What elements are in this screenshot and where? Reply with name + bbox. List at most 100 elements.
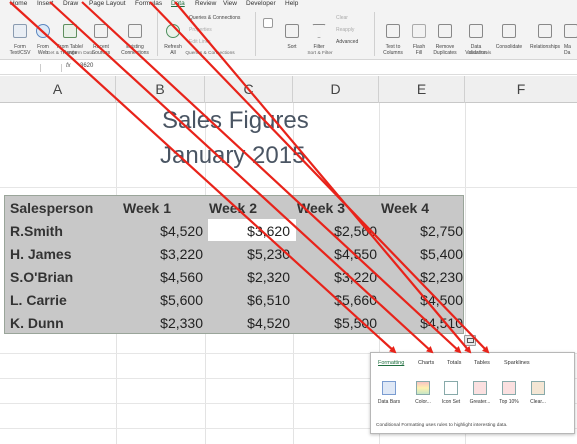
formula-bar: fx 3620 <box>0 61 577 75</box>
salesperson-cell[interactable]: S.O'Brian <box>10 269 73 285</box>
top-10-option[interactable]: Top 10% <box>496 381 522 405</box>
data-bars-icon <box>382 381 396 395</box>
sales-value-cell[interactable]: $4,520 <box>133 223 203 239</box>
properties-button[interactable]: Properties <box>189 27 212 33</box>
sales-value-cell[interactable]: $4,550 <box>307 246 377 262</box>
ribbon: Home Insert Draw Page Layout Formulas Da… <box>0 0 577 60</box>
qa-tab-tables[interactable]: Tables <box>474 360 490 366</box>
fx-icon[interactable]: fx <box>66 63 71 69</box>
color-scale-label: Color... <box>415 399 431 405</box>
column-header-e[interactable]: E <box>379 76 465 103</box>
header-week-4[interactable]: Week 4 <box>381 200 429 216</box>
salesperson-cell[interactable]: L. Carrie <box>10 292 67 308</box>
column-header-a[interactable]: A <box>0 76 116 103</box>
quick-analysis-panel: Formatting Charts Totals Tables Sparklin… <box>370 352 575 434</box>
icon-set-label: Icon Set <box>441 399 461 405</box>
salesperson-cell[interactable]: K. Dunn <box>10 315 64 331</box>
data-model-icon <box>564 23 577 38</box>
sort-button[interactable]: Sort <box>282 18 302 51</box>
quick-analysis-button[interactable] <box>464 335 476 346</box>
sales-table[interactable]: Salesperson Week 1 Week 2 Week 3 Week 4 … <box>4 195 464 334</box>
column-header-c[interactable]: C <box>205 76 293 103</box>
qa-description: Conditional Formatting uses rules to hig… <box>376 423 508 428</box>
globe-icon <box>36 23 50 38</box>
data-bars-option[interactable]: Data Bars <box>376 381 402 405</box>
header-salesperson[interactable]: Salesperson <box>10 200 93 216</box>
greater-than-option[interactable]: Greater... <box>467 381 493 405</box>
tab-formulas[interactable]: Formulas <box>135 0 162 8</box>
sales-value-cell[interactable]: $4,510 <box>393 315 463 331</box>
flash-fill-button[interactable]: Flash Fill <box>410 18 428 56</box>
group-get-transform: Get & Transform Data <box>46 51 94 56</box>
tab-draw[interactable]: Draw <box>63 0 78 8</box>
edit-links-button[interactable]: Edit Links <box>189 39 211 45</box>
queries-connections-button[interactable]: Queries & Connections <box>189 15 240 21</box>
sales-value-cell[interactable]: $2,320 <box>220 269 290 285</box>
advanced-button[interactable]: Advanced <box>336 39 358 45</box>
manage-data-model-label: Ma Da <box>564 44 571 56</box>
header-week-1[interactable]: Week 1 <box>123 200 171 216</box>
sales-value-cell[interactable]: $2,750 <box>393 223 463 239</box>
top-10-label: Top 10% <box>499 399 519 405</box>
tab-review[interactable]: Review <box>195 0 216 8</box>
color-scale-icon <box>416 381 430 395</box>
sales-value-cell[interactable]: $5,400 <box>393 246 463 262</box>
sheet-subtitle: January 2015 <box>160 142 306 169</box>
consolidate-button[interactable]: Consolidate <box>492 18 526 51</box>
header-week-3[interactable]: Week 3 <box>297 200 345 216</box>
tab-data[interactable]: Data <box>171 0 185 8</box>
column-header-d[interactable]: D <box>293 76 379 103</box>
tab-page-layout[interactable]: Page Layout <box>89 0 126 8</box>
tab-help[interactable]: Help <box>285 0 298 8</box>
qa-tab-charts[interactable]: Charts <box>418 360 434 366</box>
separator <box>255 12 256 56</box>
sort-icon <box>285 23 299 38</box>
sales-value-cell[interactable]: $5,500 <box>307 315 377 331</box>
sales-value-cell[interactable]: $2,560 <box>307 223 377 239</box>
sales-value-cell[interactable]: $6,510 <box>220 292 290 308</box>
text-to-columns-button[interactable]: Text to Columns <box>379 18 407 56</box>
qa-tab-sparklines[interactable]: Sparklines <box>504 360 530 366</box>
column-header-b[interactable]: B <box>116 76 205 103</box>
sales-value-cell[interactable]: $5,230 <box>220 246 290 262</box>
qa-tab-formatting[interactable]: Formatting <box>378 360 404 366</box>
sales-value-cell[interactable]: $5,600 <box>133 292 203 308</box>
sales-value-cell[interactable]: $2,330 <box>133 315 203 331</box>
clear-format-label: Clear... <box>530 399 546 405</box>
header-week-2[interactable]: Week 2 <box>209 200 257 216</box>
tab-view[interactable]: View <box>223 0 237 8</box>
sales-value-cell[interactable]: $3,620 <box>220 223 290 239</box>
text-to-columns-label: Text to Columns <box>383 44 403 56</box>
sort-az-button[interactable] <box>262 12 274 35</box>
sales-value-cell[interactable]: $3,220 <box>133 246 203 262</box>
color-scale-option[interactable]: Color... <box>410 381 436 405</box>
sales-value-cell[interactable]: $3,220 <box>307 269 377 285</box>
salesperson-cell[interactable]: R.Smith <box>10 223 63 239</box>
salesperson-cell[interactable]: H. James <box>10 246 71 262</box>
data-bars-label: Data Bars <box>377 399 401 405</box>
flash-fill-icon <box>412 23 426 38</box>
sales-value-cell[interactable]: $2,230 <box>393 269 463 285</box>
refresh-icon <box>166 23 180 38</box>
filter-button[interactable]: Filter <box>309 18 329 51</box>
manage-data-model-button[interactable]: Ma Da <box>564 18 577 56</box>
qa-tab-totals[interactable]: Totals <box>447 360 461 366</box>
relationships-button[interactable]: Relationships <box>528 18 562 51</box>
column-header-f[interactable]: F <box>465 76 577 103</box>
sales-value-cell[interactable]: $4,500 <box>393 292 463 308</box>
tab-home[interactable]: Home <box>10 0 27 8</box>
group-queries-connections: Queries & Connections <box>185 51 235 56</box>
tab-developer[interactable]: Developer <box>246 0 276 8</box>
sales-value-cell[interactable]: $4,560 <box>133 269 203 285</box>
formula-input[interactable]: 3620 <box>80 63 93 69</box>
sales-value-cell[interactable]: $4,520 <box>220 315 290 331</box>
icon-set-option[interactable]: Icon Set <box>438 381 464 405</box>
clear-format-option[interactable]: Clear... <box>525 381 551 405</box>
sort-az-icon <box>263 17 273 28</box>
reapply-button[interactable]: Reapply <box>336 27 354 33</box>
clear-button[interactable]: Clear <box>336 15 348 21</box>
sales-value-cell[interactable]: $5,660 <box>307 292 377 308</box>
group-data-tools: Data Tools <box>468 51 492 56</box>
existing-connections-button[interactable]: Existing Connections <box>118 18 152 56</box>
tab-insert[interactable]: Insert <box>37 0 53 8</box>
